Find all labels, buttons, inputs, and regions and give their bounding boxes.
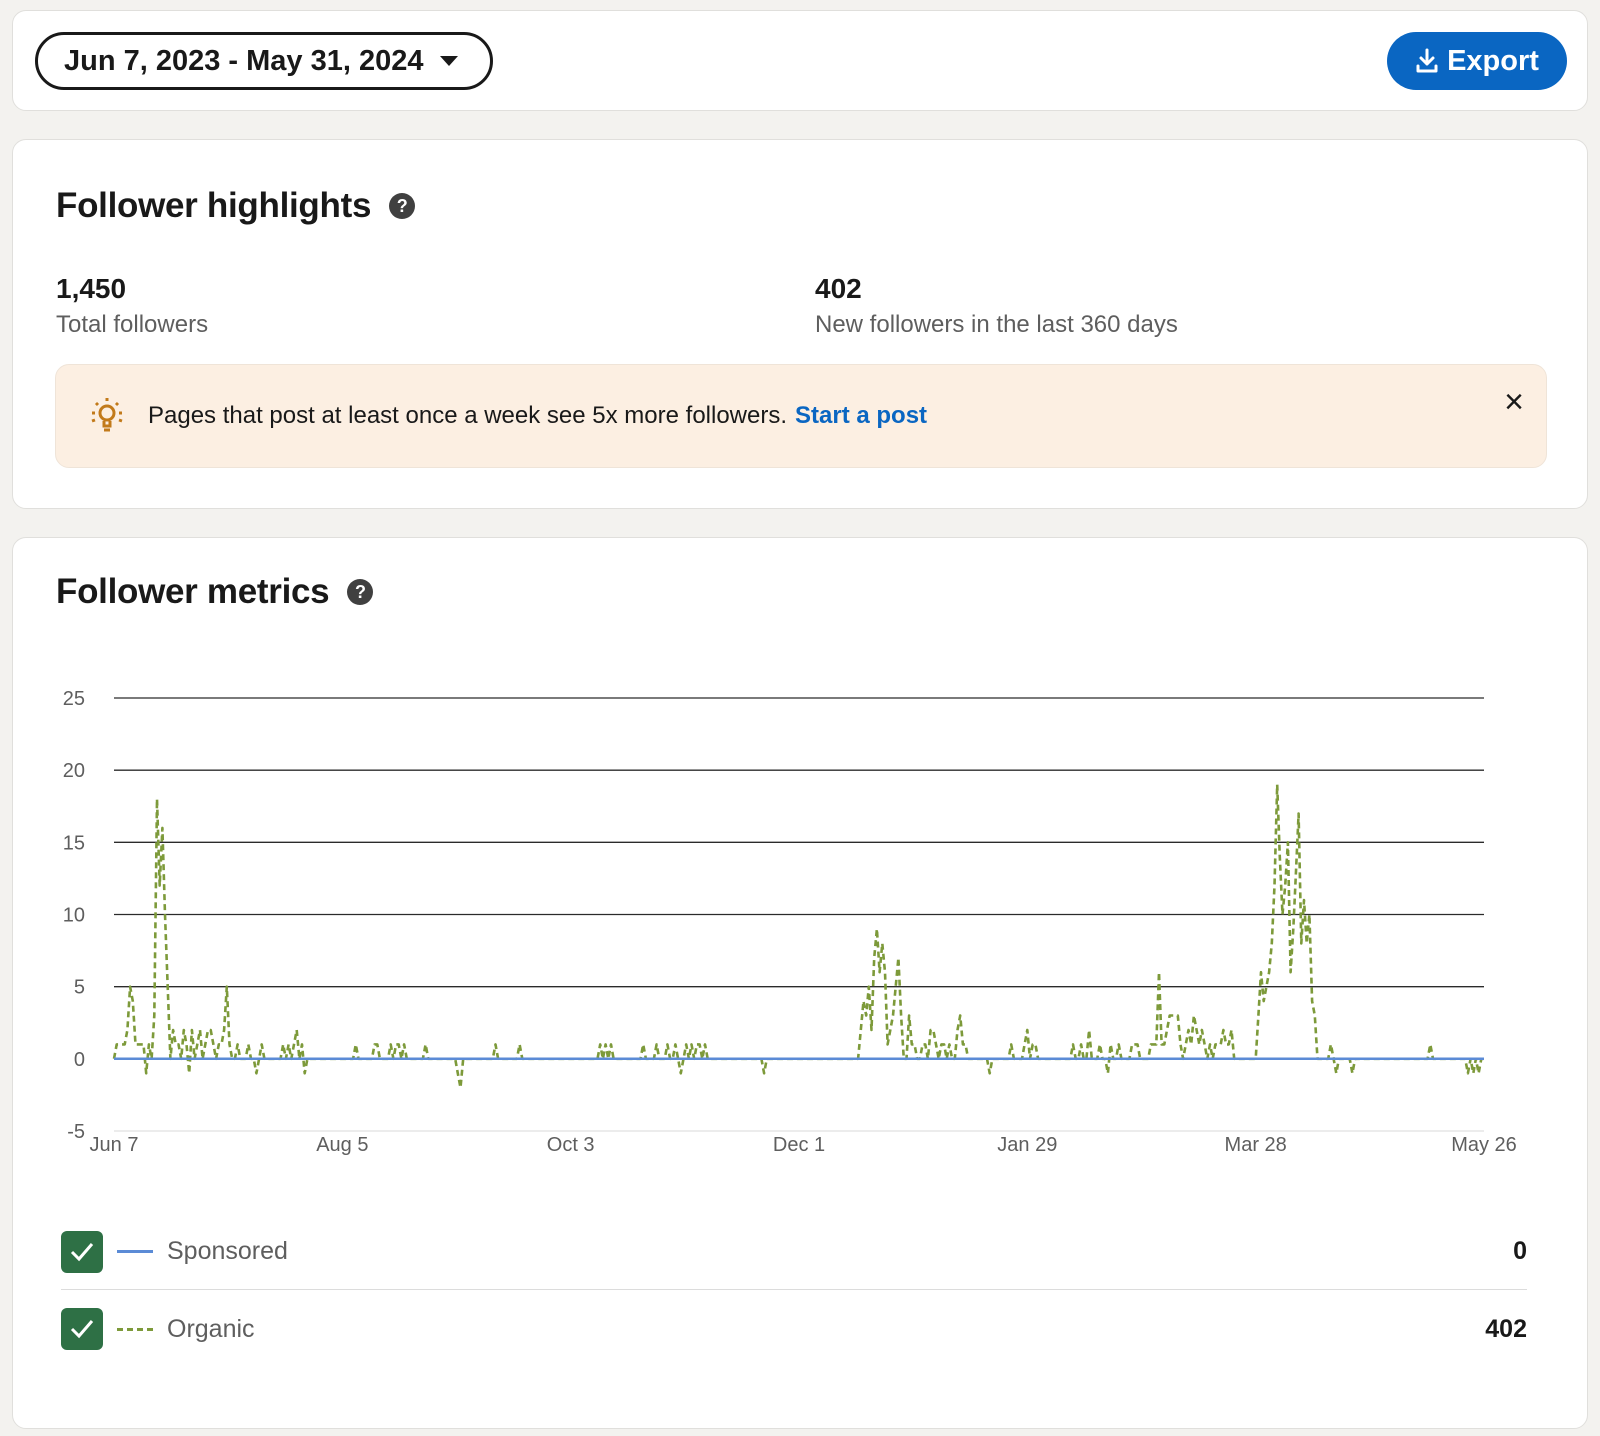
follower-highlights-card: Follower highlights ? 1,450 Total follow… [12,139,1588,509]
date-range-label: Jun 7, 2023 - May 31, 2024 [64,44,424,77]
highlights-title: Follower highlights [56,186,372,225]
y-tick-label: 25 [63,688,85,710]
sponsored-value: 0 [1513,1237,1527,1265]
toolbar-card: Jun 7, 2023 - May 31, 2024 Export [12,10,1588,111]
organic-label: Organic [167,1314,255,1343]
follower-metrics-chart: 25 20 15 10 5 0 -5Jun 7 Aug 5 Oct 3 Dec 1 Jan 29 Ma… [63,688,1517,1156]
sponsored-checkbox[interactable] [61,1230,103,1273]
close-icon[interactable]: × [1504,385,1524,419]
legend-row-sponsored: Sponsored 0 [61,1214,1527,1290]
y-tick-label: 15 [63,832,85,854]
date-range-picker[interactable]: Jun 7, 2023 - May 31, 2024 [35,32,493,90]
new-followers-label: New followers in the last 360 days [815,311,1178,338]
y-tick-label: 10 [63,905,85,927]
x-tick-label: May 26 [1451,1134,1517,1156]
export-label: Export [1447,44,1539,77]
download-icon [1416,48,1438,73]
x-tick-label: Jan 29 [997,1134,1057,1156]
posting-tip-banner: Pages that post at least once a week see… [55,364,1547,468]
x-tick-label: Aug 5 [316,1134,368,1156]
lightbulb-icon [91,398,123,432]
organic-swatch [117,1327,153,1331]
follower-metrics-card: Follower metrics ? 25 20 15 10 5 0 -5 Jun 7 Aug … [12,537,1588,1429]
y-tick-label: 20 [63,760,85,782]
total-followers-stat: 1,450 Total followers [56,273,208,339]
series-line-organic [112,783,1484,1089]
total-followers-value: 1,450 [56,273,127,304]
x-tick-label: Jun 7 [90,1134,139,1156]
new-followers-stat: 402 New followers in the last 360 days [815,273,1178,339]
organic-checkbox[interactable] [61,1308,103,1350]
start-a-post-link[interactable]: Start a post [795,402,927,430]
checkmark-icon [70,1242,94,1261]
y-tick-label: -5 [67,1121,85,1143]
total-followers-label: Total followers [56,311,209,338]
export-button[interactable]: Export [1387,32,1567,90]
legend-row-organic: Organic 402 [61,1291,1527,1367]
caret-down-icon [439,56,458,66]
checkmark-icon [70,1320,94,1339]
y-tick-label: 5 [74,977,85,999]
organic-value: 402 [1485,1314,1527,1343]
x-tick-label: Oct 3 [547,1134,595,1156]
help-icon[interactable]: ? [389,193,416,219]
sponsored-swatch [117,1250,153,1253]
new-followers-value: 402 [815,273,862,304]
tip-text: Pages that post at least once a week see… [148,402,788,429]
x-tick-label: Dec 1 [773,1134,825,1156]
x-tick-label: Mar 28 [1225,1134,1287,1156]
y-tick-label: 0 [74,1049,85,1071]
highlights-title-row: Follower highlights ? [56,186,416,226]
sponsored-label: Sponsored [167,1237,288,1265]
